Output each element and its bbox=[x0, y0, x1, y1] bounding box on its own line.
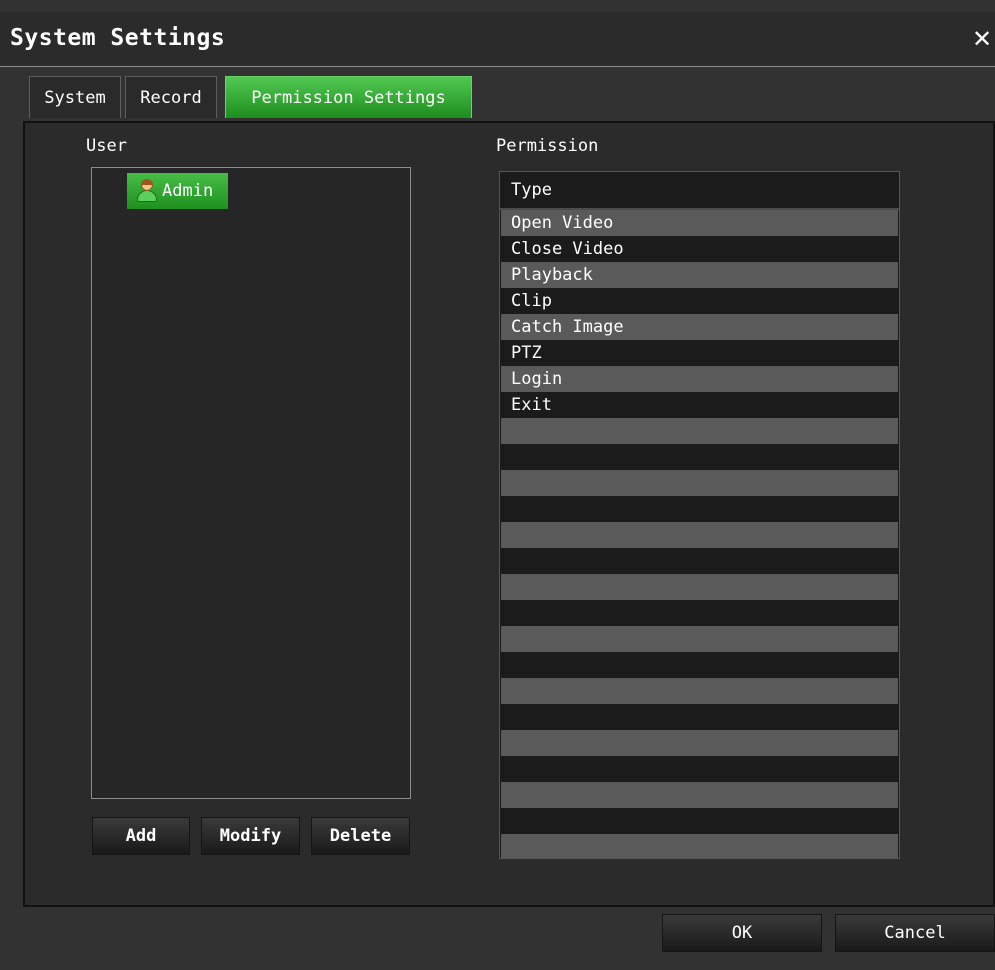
permission-row[interactable]: PTZ bbox=[501, 340, 898, 366]
cancel-button[interactable]: Cancel bbox=[835, 914, 995, 952]
tab-permission-settings[interactable]: Permission Settings bbox=[225, 76, 472, 118]
ok-button[interactable]: OK bbox=[662, 914, 822, 952]
permission-row[interactable]: Open Video bbox=[501, 210, 898, 236]
permission-row[interactable]: Login bbox=[501, 366, 898, 392]
permission-row-empty[interactable] bbox=[501, 626, 898, 652]
permission-row-empty[interactable] bbox=[501, 808, 898, 834]
permission-section-label: Permission bbox=[496, 136, 599, 156]
user-section-label: User bbox=[86, 136, 127, 156]
system-settings-dialog: System Settings ✕ System Record Permissi… bbox=[0, 0, 995, 970]
permission-row[interactable]: Catch Image bbox=[501, 314, 898, 340]
tab-system[interactable]: System bbox=[29, 76, 121, 118]
permission-row-empty[interactable] bbox=[501, 704, 898, 730]
permission-row-empty[interactable] bbox=[501, 574, 898, 600]
user-name: Admin bbox=[162, 181, 214, 201]
user-icon bbox=[136, 179, 158, 203]
permission-row-empty[interactable] bbox=[501, 678, 898, 704]
modify-button[interactable]: Modify bbox=[201, 817, 300, 855]
permission-row-empty[interactable] bbox=[501, 496, 898, 522]
tab-record[interactable]: Record bbox=[125, 76, 217, 118]
permission-row[interactable]: Close Video bbox=[501, 236, 898, 262]
add-button[interactable]: Add bbox=[92, 817, 190, 855]
permission-row-empty[interactable] bbox=[501, 782, 898, 808]
permission-row[interactable]: Clip bbox=[501, 288, 898, 314]
permission-row-empty[interactable] bbox=[501, 834, 898, 858]
permission-row-empty[interactable] bbox=[501, 418, 898, 444]
column-header-type[interactable]: Type bbox=[500, 172, 899, 210]
close-icon[interactable]: ✕ bbox=[969, 26, 995, 52]
permission-row-empty[interactable] bbox=[501, 756, 898, 782]
permission-row-empty[interactable] bbox=[501, 470, 898, 496]
permission-row-empty[interactable] bbox=[501, 730, 898, 756]
user-list[interactable] bbox=[91, 167, 411, 799]
permission-row[interactable]: Playback bbox=[501, 262, 898, 288]
dialog-title: System Settings bbox=[10, 25, 226, 51]
permission-row-empty[interactable] bbox=[501, 548, 898, 574]
permission-row[interactable]: Exit bbox=[501, 392, 898, 418]
permission-row-empty[interactable] bbox=[501, 444, 898, 470]
permission-row-empty[interactable] bbox=[501, 522, 898, 548]
delete-button[interactable]: Delete bbox=[311, 817, 410, 855]
permission-table: Type Open Video Close Video Playback Clip Ca… bbox=[499, 171, 900, 859]
user-item-admin[interactable]: Admin bbox=[127, 173, 228, 209]
permission-row-empty[interactable] bbox=[501, 652, 898, 678]
permission-row-empty[interactable] bbox=[501, 600, 898, 626]
title-bar: System Settings ✕ bbox=[0, 12, 995, 67]
permission-rows: Open Video Close Video Playback Clip Catch I… bbox=[501, 210, 898, 858]
